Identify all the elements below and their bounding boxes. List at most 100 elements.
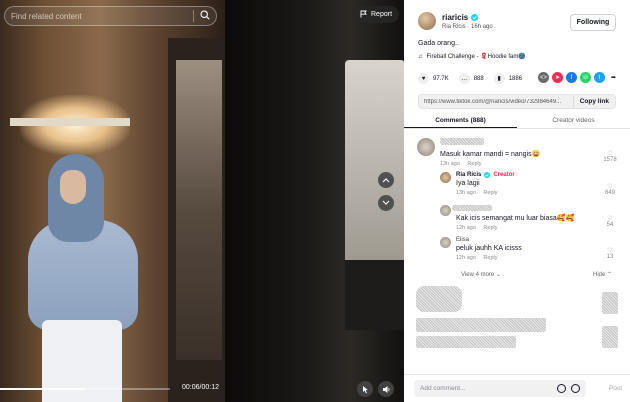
add-comment-bar: Add comment... Post xyxy=(404,374,630,402)
blurred-like xyxy=(602,326,618,348)
search-bar[interactable]: Find related content xyxy=(4,6,217,26)
music-link[interactable]: ♫ Fireball Challenge - 🧣Hoodie fam🌚 xyxy=(418,53,526,61)
chevron-down-icon xyxy=(382,200,390,205)
side-panel: riaricis Ria Ricis · 16h ago Following G… xyxy=(404,0,630,402)
video-scene-cabinet xyxy=(345,60,404,270)
comment-like-count: 649 xyxy=(604,190,615,196)
embed-icon[interactable]: <> xyxy=(538,72,549,83)
comment-time: 12h ago xyxy=(456,255,476,261)
search-input[interactable]: Find related content xyxy=(11,12,193,21)
comment-reply-item: Kak icis semangat mu luar biasa🥰🥰 12h ag… xyxy=(440,205,574,231)
blurred-comment-text xyxy=(416,318,546,332)
comment-time: 12h ago xyxy=(456,225,476,231)
blurred-comment-avatar xyxy=(416,286,462,312)
search-icon[interactable] xyxy=(200,7,210,25)
tiktok-video-page: Find related content Report 00:06/00:12 xyxy=(0,0,630,402)
commenter-avatar[interactable] xyxy=(440,205,451,216)
search-divider xyxy=(193,10,194,22)
tab-comments[interactable]: Comments (888) xyxy=(404,113,517,128)
video-scene-shelf xyxy=(10,118,130,126)
post-button[interactable]: Post xyxy=(609,385,622,392)
blurred-username xyxy=(440,138,484,145)
heart-outline-icon: ♡ xyxy=(607,248,613,254)
video-time: 00:06/00:12 xyxy=(182,384,219,391)
comment-time: 13h ago xyxy=(456,190,476,196)
chevron-up-icon: ⌃ xyxy=(607,272,613,278)
author-info[interactable]: riaricis Ria Ricis · 16h ago xyxy=(418,12,493,30)
view-more-label: View 4 more xyxy=(461,272,495,278)
comment-like[interactable]: ♡ 13 xyxy=(603,247,617,260)
author-subline: Ria Ricis · 16h ago xyxy=(442,24,493,30)
volume-button[interactable] xyxy=(378,381,394,397)
tab-creator-videos[interactable]: Creator videos xyxy=(517,113,630,128)
comment-like[interactable]: ♡ 649 xyxy=(603,183,617,196)
creator-avatar[interactable] xyxy=(440,172,451,183)
reply-button[interactable]: Reply xyxy=(483,190,497,196)
music-note-icon: ♫ xyxy=(418,53,423,60)
following-button[interactable]: Following xyxy=(570,14,616,31)
previous-video-button[interactable] xyxy=(378,172,394,188)
facebook-icon[interactable]: f xyxy=(566,72,577,83)
author-avatar[interactable] xyxy=(418,12,436,30)
commenter-avatar[interactable] xyxy=(417,138,435,156)
video-caption: Gada orang.. xyxy=(418,40,459,47)
copy-link-button[interactable]: Copy link xyxy=(572,95,615,108)
heart-outline-icon: ♡ xyxy=(607,184,613,190)
comment-like-count: 54 xyxy=(606,222,614,228)
commenter-name-row: Ria Ricis Creator xyxy=(456,172,515,178)
comment-meta: 12h ago Reply xyxy=(456,255,522,261)
emoji-icon[interactable] xyxy=(571,384,580,393)
video-player[interactable]: Find related content Report 00:06/00:12 xyxy=(0,0,404,402)
commenter-avatar[interactable] xyxy=(440,237,451,248)
mention-icon[interactable] xyxy=(557,384,566,393)
progress-bar[interactable] xyxy=(0,388,170,390)
view-more-replies-button[interactable]: View 4 more ⌄ xyxy=(461,271,501,278)
comment-like-count: 1578 xyxy=(603,157,617,163)
pointer-icon xyxy=(362,385,368,393)
comment-text: Masuk kamar mandi = nangis😄 xyxy=(440,151,541,158)
heart-icon[interactable]: ♥ xyxy=(418,73,429,84)
reply-button[interactable]: Reply xyxy=(467,161,481,167)
commenter-name[interactable]: Ria Ricis xyxy=(456,172,481,178)
whatsapp-icon[interactable]: ☏ xyxy=(580,72,591,83)
comment-like[interactable]: ♡ 54 xyxy=(603,215,617,228)
comment-reply-item: Elisa peluk jauhh KA icisss 12h ago Repl… xyxy=(440,237,522,261)
speaker-icon xyxy=(382,385,389,393)
bookmark-icon[interactable]: ▮ xyxy=(493,73,505,84)
floating-player-button[interactable] xyxy=(357,381,373,397)
hide-replies-button[interactable]: Hide ⌃ xyxy=(593,271,612,278)
reply-button[interactable]: Reply xyxy=(483,225,497,231)
reply-button[interactable]: Reply xyxy=(483,255,497,261)
add-comment-placeholder: Add comment... xyxy=(420,385,466,392)
save-count: 1886 xyxy=(508,75,523,82)
commenter-name[interactable]: Elisa xyxy=(456,237,522,243)
post-age: 16h ago xyxy=(471,23,493,30)
twitter-icon[interactable]: t xyxy=(594,72,605,83)
video-link-box: https://www.tiktok.com/@riaricis/video/7… xyxy=(418,94,616,109)
paper-plane-icon[interactable]: ➤ xyxy=(552,72,563,83)
share-arrow-icon[interactable]: ➦ xyxy=(608,72,619,83)
report-button[interactable]: Report xyxy=(353,6,400,23)
blurred-comment-text xyxy=(416,336,516,348)
panel-tabs: Comments (888) Creator videos xyxy=(404,113,630,129)
comment-item: Masuk kamar mandi = nangis😄 13h ago Repl… xyxy=(417,138,540,167)
comment-meta: 12h ago Reply xyxy=(456,225,574,231)
author-username[interactable]: riaricis xyxy=(442,13,468,22)
comment-text: peluk jauhh KA icisss xyxy=(456,245,522,252)
add-comment-input[interactable]: Add comment... xyxy=(414,380,586,397)
comment-text: Iya lagii xyxy=(456,180,480,187)
blurred-username xyxy=(452,205,492,211)
video-url: https://www.tiktok.com/@riaricis/video/7… xyxy=(424,98,562,105)
video-person xyxy=(20,150,140,402)
heart-outline-icon: ♡ xyxy=(607,151,613,157)
share-buttons: <> ➤ f ☏ t ➦ xyxy=(538,72,619,83)
music-title[interactable]: Fireball Challenge - 🧣Hoodie fam🌚 xyxy=(427,53,526,60)
like-count: 97.7K xyxy=(433,75,449,82)
engagement-stats: ♥ 97.7K … 888 ▮ 1886 xyxy=(418,73,528,84)
comment-bubble-icon[interactable]: … xyxy=(458,73,470,84)
flag-icon xyxy=(360,10,367,20)
chevron-up-icon xyxy=(382,178,390,183)
comment-like[interactable]: ♡ 1578 xyxy=(603,150,617,163)
next-video-button[interactable] xyxy=(378,195,394,211)
report-label: Report xyxy=(371,11,393,18)
